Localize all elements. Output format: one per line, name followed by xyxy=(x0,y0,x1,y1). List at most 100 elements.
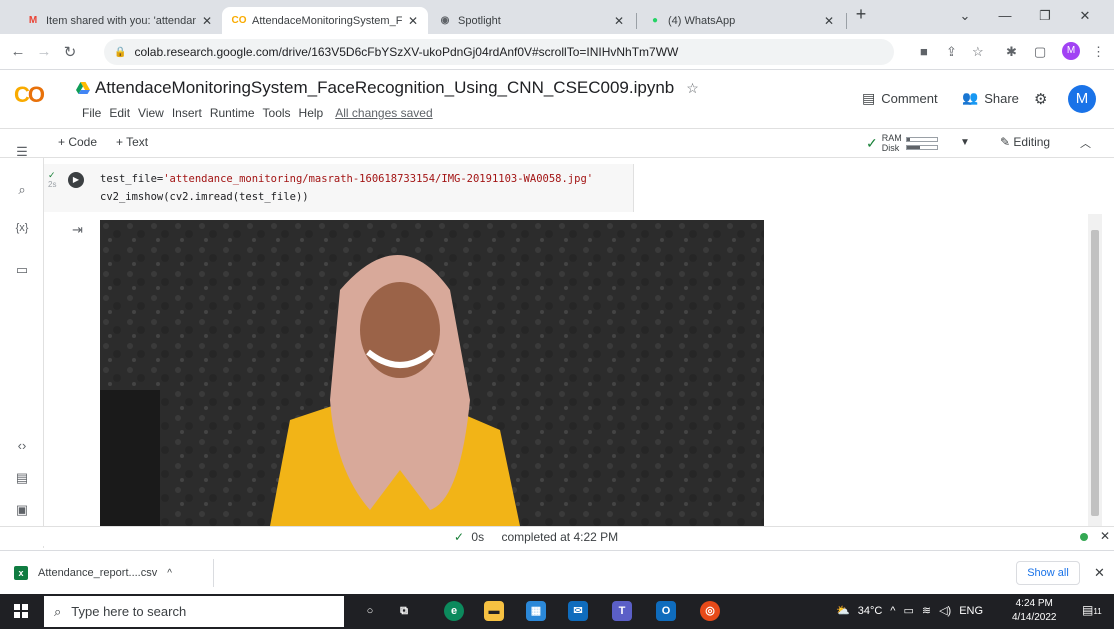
code-line-2[interactable]: cv2_imshow(cv2.imread(test_file)) xyxy=(100,191,309,203)
connected-check-icon: ✓ xyxy=(866,134,878,151)
menu-file[interactable]: File xyxy=(82,106,101,120)
colab-logo[interactable]: CO xyxy=(14,82,45,108)
execution-status: ✓ 2s xyxy=(48,170,56,190)
back-arrow-icon[interactable]: ← xyxy=(8,43,28,60)
file-explorer-icon[interactable]: ▬ xyxy=(484,601,504,621)
menu-runtime[interactable]: Runtime xyxy=(210,106,255,120)
close-tab-icon[interactable]: ✕ xyxy=(202,14,212,28)
tab-gmail[interactable]: M Item shared with you: 'attendanc ✕ xyxy=(16,7,222,34)
scrollbar-thumb[interactable] xyxy=(1091,230,1099,516)
menu-help[interactable]: Help xyxy=(299,106,324,120)
runtime-dropdown-icon[interactable]: ▼ xyxy=(960,137,970,148)
reload-icon[interactable]: ↻ xyxy=(60,43,80,61)
editing-mode-button[interactable]: ✎ Editing xyxy=(1000,135,1050,149)
language-indicator[interactable]: ENG xyxy=(959,605,983,617)
code-snippets-icon[interactable]: ‹› xyxy=(0,438,44,453)
store-icon[interactable]: ▦ xyxy=(526,601,546,621)
taskbar-search-box[interactable]: ⌕ Type here to search xyxy=(44,596,344,627)
download-item[interactable]: x Attendance_report....csv ^ xyxy=(14,559,214,587)
tab-separator xyxy=(636,13,637,29)
share-button[interactable]: 👥 Share xyxy=(962,90,1019,106)
star-icon[interactable]: ☆ xyxy=(686,80,699,97)
chevron-up-icon[interactable]: ^ xyxy=(167,568,172,579)
mail-icon[interactable]: ✉ xyxy=(568,601,588,621)
camera-icon[interactable]: ■ xyxy=(920,44,928,59)
new-tab-button[interactable]: + xyxy=(846,4,876,25)
collapse-header-icon[interactable]: ︿ xyxy=(1080,135,1091,151)
outlook-icon[interactable]: O xyxy=(656,601,676,621)
close-tab-icon[interactable]: ✕ xyxy=(408,14,418,28)
clock-time: 4:24 PM xyxy=(1015,598,1053,609)
notification-center-icon[interactable]: ▤11 xyxy=(1082,603,1102,617)
close-status-icon[interactable]: ✕ xyxy=(1100,529,1110,543)
volume-icon[interactable]: ◁) xyxy=(939,604,951,617)
people-icon: 👥 xyxy=(962,90,979,105)
task-view-icon[interactable]: ⧉ xyxy=(394,601,414,621)
add-code-button[interactable]: + Code xyxy=(58,135,97,149)
close-shelf-icon[interactable]: ✕ xyxy=(1094,565,1105,581)
pencil-icon: ✎ xyxy=(1000,135,1011,149)
cortana-icon[interactable]: ○ xyxy=(360,601,380,621)
bookmark-star-icon[interactable]: ☆ xyxy=(972,44,984,60)
add-text-button[interactable]: + Text xyxy=(116,135,148,149)
tab-whatsapp[interactable]: ● (4) WhatsApp ✕ xyxy=(638,7,844,34)
terminal-icon[interactable]: ▣ xyxy=(0,502,44,518)
tab-spotlight[interactable]: ◉ Spotlight ✕ xyxy=(428,7,634,34)
tab-search-icon[interactable]: ⌄ xyxy=(950,8,980,24)
close-tab-icon[interactable]: ✕ xyxy=(614,14,624,28)
show-all-button[interactable]: Show all xyxy=(1016,561,1080,585)
menu-tools[interactable]: Tools xyxy=(263,106,291,120)
edge-browser-icon[interactable]: e xyxy=(444,601,464,621)
notebook-title[interactable]: AttendaceMonitoringSystem_FaceRecognitio… xyxy=(95,78,674,98)
save-status[interactable]: All changes saved xyxy=(335,106,432,120)
menu-edit[interactable]: Edit xyxy=(109,106,130,120)
weather-temp[interactable]: 34°C xyxy=(858,605,883,617)
search-icon[interactable]: ⌕ xyxy=(0,182,44,198)
ram-bar-fill xyxy=(906,137,911,141)
teams-icon[interactable]: T xyxy=(612,601,632,621)
code-line-1-prefix: test_file= xyxy=(100,173,164,185)
profile-avatar[interactable]: M xyxy=(1062,42,1080,60)
files-folder-icon[interactable]: ▭ xyxy=(0,262,44,278)
windows-start-icon[interactable] xyxy=(14,604,28,618)
search-icon: ⌕ xyxy=(54,603,62,619)
extensions-puzzle-icon[interactable]: ✱ xyxy=(1006,44,1017,60)
status-completed: completed at 4:22 PM xyxy=(501,530,619,544)
minimize-button[interactable]: — xyxy=(990,8,1020,23)
user-avatar[interactable]: M xyxy=(1068,85,1096,113)
clock[interactable]: 4:24 PM 4/14/2022 xyxy=(1012,597,1057,625)
menu-view[interactable]: View xyxy=(138,106,164,120)
downloads-shelf: x Attendance_report....csv ^ Show all ✕ xyxy=(0,550,1114,594)
output-scrollbar[interactable] xyxy=(1088,214,1102,526)
hidden-icons-chevron-icon[interactable]: ^ xyxy=(890,605,895,617)
chrome-icon[interactable]: ◎ xyxy=(700,601,720,621)
close-tab-icon[interactable]: ✕ xyxy=(824,14,834,28)
ram-disk-indicator[interactable]: ✓ RAM Disk xyxy=(866,133,938,153)
status-duration: 0s xyxy=(471,530,485,544)
url-field[interactable]: 🔒 colab.research.google.com/drive/163V5D… xyxy=(104,39,894,65)
network-icon[interactable]: ▭ xyxy=(903,604,913,617)
code-line-1[interactable]: test_file='attendance_monitoring/masrath… xyxy=(100,173,593,185)
restore-button[interactable]: ❐ xyxy=(1030,8,1060,24)
comment-button[interactable]: ▤ Comment xyxy=(862,90,938,107)
forward-arrow-icon[interactable]: → xyxy=(34,43,54,60)
share-page-icon[interactable]: ⇪ xyxy=(946,44,957,60)
lock-icon: 🔒 xyxy=(114,46,127,58)
settings-gear-icon[interactable]: ⚙ xyxy=(1034,90,1047,108)
code-cell[interactable]: ✓ 2s ▶ test_file='attendance_monitoring/… xyxy=(44,164,634,212)
tab-colab[interactable]: CO AttendaceMonitoringSystem_Fac ✕ xyxy=(222,7,428,34)
variables-icon[interactable]: {x} xyxy=(0,222,44,234)
status-text: ✓ 0s completed at 4:22 PM xyxy=(454,530,618,544)
side-panel-icon[interactable]: ▢ xyxy=(1034,44,1046,60)
table-of-contents-icon[interactable]: ☰ xyxy=(0,144,44,160)
menu-insert[interactable]: Insert xyxy=(172,106,202,120)
close-window-button[interactable]: ✕ xyxy=(1070,8,1100,24)
command-palette-icon[interactable]: ▤ xyxy=(0,470,44,486)
google-drive-icon[interactable] xyxy=(76,82,90,94)
disk-label: Disk xyxy=(881,143,900,153)
browser-menu-icon[interactable]: ⋮ xyxy=(1092,44,1105,60)
wifi-icon[interactable]: ≋ xyxy=(922,604,931,617)
output-actions-icon[interactable]: ⇥ xyxy=(72,222,83,238)
run-cell-button[interactable]: ▶ xyxy=(68,172,84,188)
globe-icon: ◉ xyxy=(440,15,450,26)
